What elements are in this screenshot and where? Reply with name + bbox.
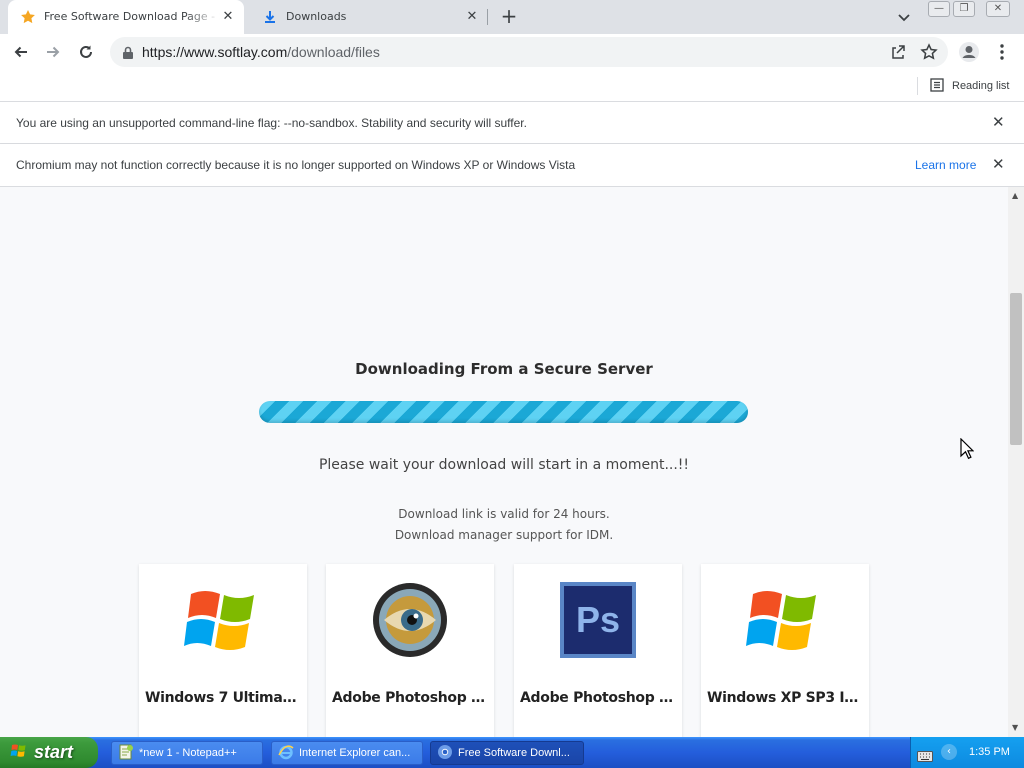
- back-arrow-icon[interactable]: [9, 40, 33, 64]
- infobar-message: You are using an unsupported command-lin…: [16, 116, 527, 130]
- photoshop-7-eye-icon: [370, 580, 450, 660]
- keyboard-icon[interactable]: [917, 747, 933, 766]
- software-card-windows-xp[interactable]: Windows XP SP3 ISO: [701, 564, 869, 737]
- reading-list-button[interactable]: Reading list: [930, 77, 1009, 95]
- windows-logo-icon: [745, 580, 825, 660]
- taskbar-item-label: Internet Explorer can...: [299, 747, 411, 759]
- notepad-plus-plus-icon: [118, 744, 134, 763]
- lock-icon[interactable]: [122, 45, 134, 64]
- wait-message: Please wait your download will start in …: [318, 457, 690, 473]
- scroll-up-arrow-icon[interactable]: ▲: [1012, 191, 1018, 200]
- taskbar-item-notepad[interactable]: *new 1 - Notepad++: [111, 741, 263, 765]
- reading-list-label: Reading list: [952, 80, 1010, 92]
- address-bar[interactable]: https://www.softlay.com/download/files: [110, 37, 948, 67]
- share-icon[interactable]: [890, 44, 906, 64]
- infobar-message: Chromium may not function correctly beca…: [16, 158, 576, 172]
- link-validity-message: Download link is valid for 24 hours.: [398, 507, 610, 521]
- tab-close-icon[interactable]: ✕: [464, 9, 480, 25]
- window-minimize-button[interactable]: —: [928, 1, 950, 17]
- url-host: https://www.softlay.com: [142, 44, 288, 60]
- url-path: /download/files: [287, 44, 380, 60]
- profile-avatar-icon[interactable]: [957, 40, 981, 64]
- scroll-down-arrow-icon[interactable]: ▼: [1012, 723, 1018, 732]
- windows-logo-icon: [183, 580, 263, 660]
- tab-free-software-download[interactable]: Free Software Download Page - Softlay ✕: [8, 0, 244, 34]
- star-favicon-icon: [20, 9, 36, 25]
- url-text[interactable]: https://www.softlay.com/download/files: [142, 44, 380, 60]
- download-heading: Downloading From a Secure Server: [355, 360, 653, 378]
- start-label: start: [34, 742, 74, 762]
- internet-explorer-icon: [278, 744, 294, 763]
- forward-arrow-icon[interactable]: [41, 40, 65, 64]
- taskbar-clock: 1:35 PM: [969, 746, 1010, 758]
- new-tab-button[interactable]: +: [499, 6, 519, 27]
- windows-flag-icon: [10, 742, 28, 764]
- chromium-icon: [437, 744, 453, 763]
- tab-title: Downloads: [286, 10, 347, 23]
- tab-search-chevron-icon[interactable]: [895, 8, 913, 26]
- browser-toolbar: https://www.softlay.com/download/files: [0, 34, 1024, 70]
- software-card-title[interactable]: Windows 7 Ultimate ...: [139, 690, 307, 706]
- taskbar-item-label: Free Software Downl...: [458, 747, 570, 759]
- tab-strip: Free Software Download Page - Softlay ✕ …: [0, 0, 1024, 34]
- software-card-photoshop-7[interactable]: Adobe Photoshop 7.0: [326, 564, 494, 737]
- taskbar-item-internet-explorer[interactable]: Internet Explorer can...: [271, 741, 423, 765]
- bookmarks-separator: [917, 77, 918, 95]
- photoshop-ps-text: Ps: [576, 599, 620, 640]
- taskbar-item-label: *new 1 - Notepad++: [139, 747, 237, 759]
- tab-downloads[interactable]: Downloads ✕: [250, 0, 488, 34]
- software-card-title[interactable]: Windows XP SP3 ISO: [701, 690, 869, 706]
- tray-expand-chevron-icon[interactable]: ‹: [941, 744, 957, 760]
- download-icon: [262, 9, 278, 25]
- bookmarks-bar: Reading list: [0, 70, 1024, 102]
- reload-icon[interactable]: [74, 40, 98, 64]
- infobar-unsupported-os-warning: Chromium may not function correctly beca…: [0, 144, 1024, 187]
- tab-close-icon[interactable]: ✕: [220, 9, 236, 25]
- page-content: Downloading From a Secure Server Please …: [0, 187, 1008, 737]
- tab-separator: [487, 9, 488, 25]
- infobar-close-icon[interactable]: ✕: [992, 115, 1005, 130]
- download-progress-bar: [259, 401, 748, 423]
- mouse-cursor-icon: [960, 437, 975, 464]
- software-card-title[interactable]: Adobe Photoshop 7.0: [326, 690, 494, 706]
- software-card-title[interactable]: Adobe Photoshop CS6: [514, 690, 682, 706]
- infobar-close-icon[interactable]: ✕: [992, 157, 1005, 172]
- start-button[interactable]: start: [0, 737, 98, 768]
- tab-title: Free Software Download Page - Softlay: [44, 10, 220, 23]
- learn-more-link[interactable]: Learn more: [915, 158, 976, 172]
- more-menu-icon[interactable]: [990, 40, 1014, 64]
- windows-taskbar: start *new 1 - Notepad++ Internet Explor…: [0, 737, 1024, 768]
- bookmark-star-icon[interactable]: [920, 43, 938, 65]
- software-card-photoshop-cs6[interactable]: Ps Adobe Photoshop CS6: [514, 564, 682, 737]
- window-maximize-button[interactable]: ❐: [953, 1, 975, 17]
- photoshop-cs6-icon: Ps: [558, 580, 638, 660]
- scroll-thumb[interactable]: [1010, 293, 1022, 445]
- window-close-button[interactable]: ✕: [986, 1, 1010, 17]
- idm-support-message: Download manager support for IDM.: [394, 528, 614, 542]
- page-scrollbar[interactable]: ▲ ▼: [1008, 187, 1024, 737]
- system-tray: ‹ 1:35 PM: [910, 737, 1024, 768]
- taskbar-item-chromium[interactable]: Free Software Downl...: [430, 741, 584, 765]
- software-card-windows-7[interactable]: Windows 7 Ultimate ...: [139, 564, 307, 737]
- reading-list-icon: [930, 77, 944, 95]
- infobar-no-sandbox-warning: You are using an unsupported command-lin…: [0, 102, 1024, 144]
